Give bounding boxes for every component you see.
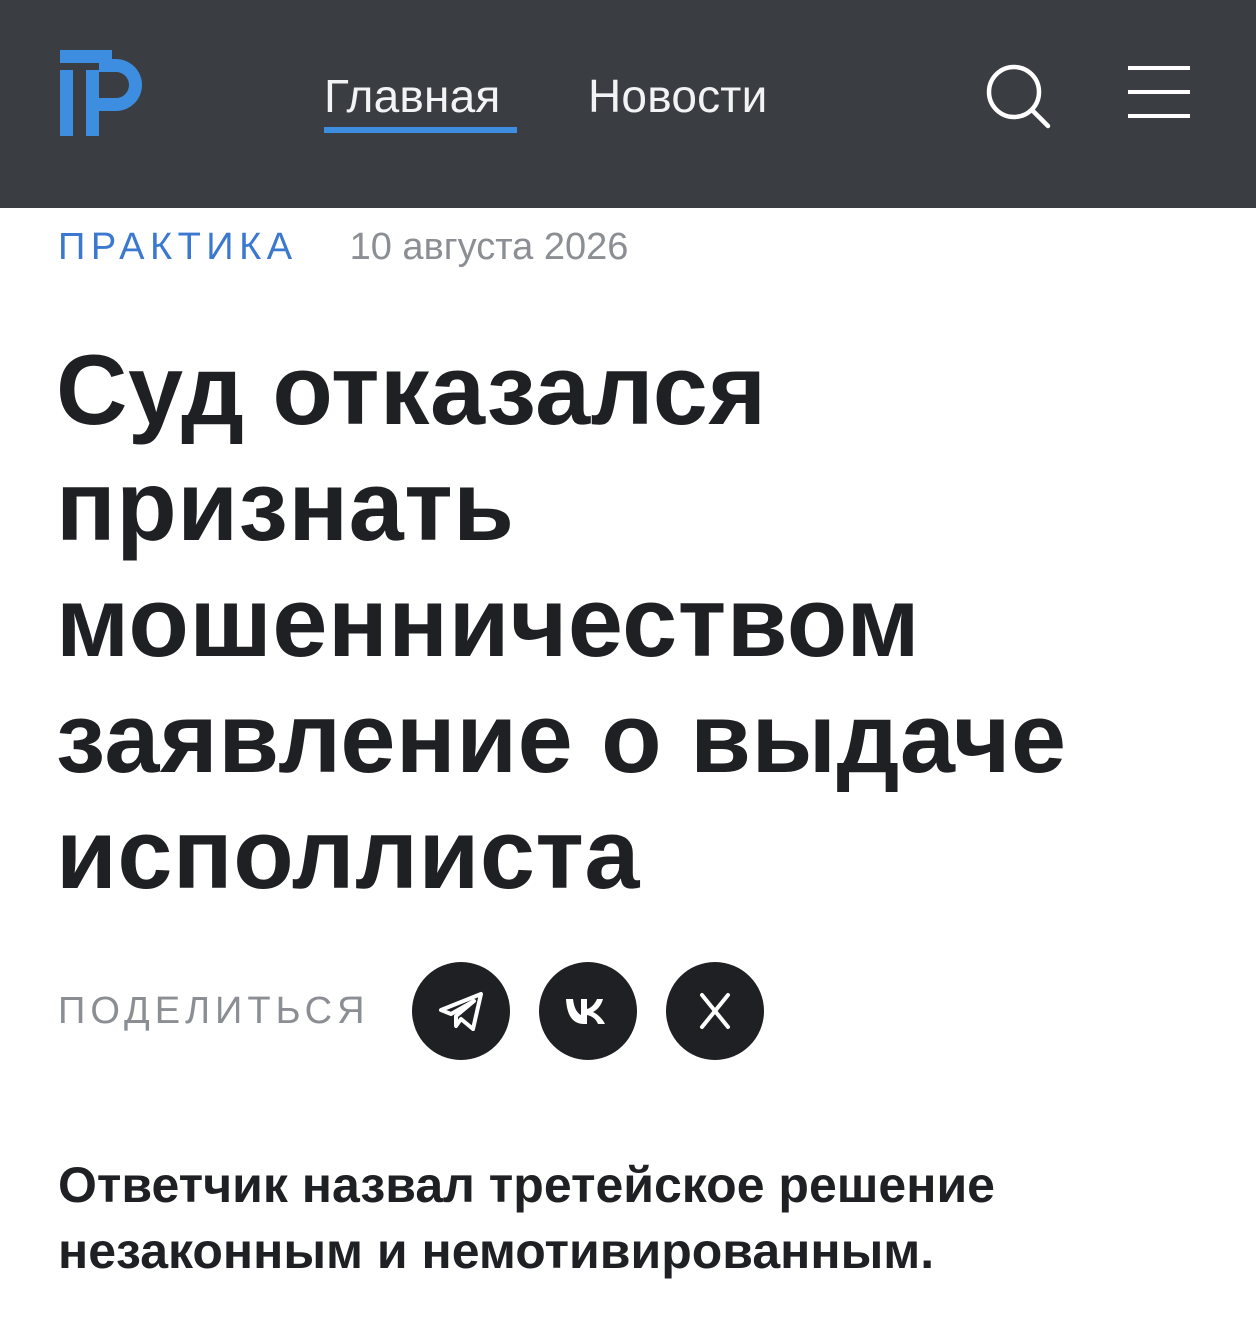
article-lead: Ответчик назвал третейское решение незак…: [58, 1157, 995, 1279]
search-icon: [986, 64, 1051, 129]
site-logo[interactable]: [60, 50, 142, 136]
share-bar: ПОДЕЛИТЬСЯ: [58, 962, 764, 1060]
telegram-icon: [438, 992, 483, 1031]
share-telegram-button[interactable]: [411, 962, 510, 1060]
active-tab-indicator: [324, 127, 517, 133]
nav-news-link[interactable]: Новости: [588, 70, 767, 122]
share-label: ПОДЕЛИТЬСЯ: [58, 989, 370, 1032]
article-title: Суд отказался признать мошенничеством за…: [56, 334, 1067, 909]
top-navigation-bar: Главная Новости: [0, 0, 1256, 208]
share-x-button[interactable]: [665, 962, 764, 1060]
hamburger-menu-icon: [1128, 66, 1190, 118]
x-icon: [699, 993, 730, 1029]
menu-button[interactable]: [1124, 60, 1194, 124]
share-vk-button[interactable]: [538, 962, 637, 1060]
publish-date: 10 августа 2026: [349, 225, 629, 268]
article-meta: ПРАКТИКА 10 августа 2026: [58, 222, 628, 272]
pravo-logo-icon: [60, 50, 142, 136]
search-button[interactable]: [982, 60, 1054, 132]
nav-home-link[interactable]: Главная: [324, 70, 500, 122]
rubric-link[interactable]: ПРАКТИКА: [58, 226, 298, 269]
vk-icon: [565, 999, 605, 1024]
